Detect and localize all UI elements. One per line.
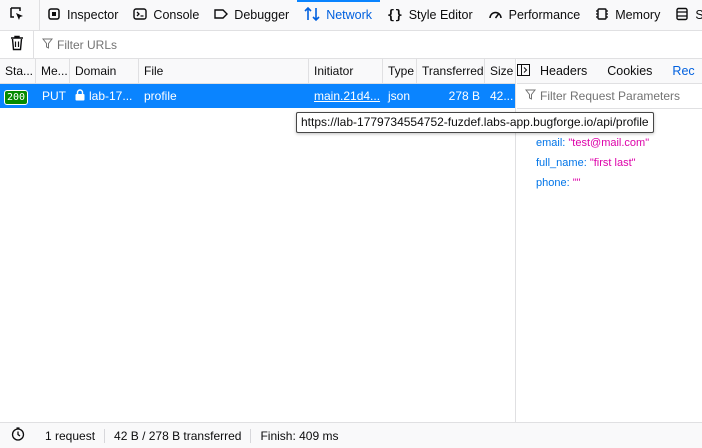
status-bar: 1 request 42 B / 278 B transferred Finis… bbox=[0, 422, 702, 448]
cell-status: 200 bbox=[0, 84, 36, 108]
param-row[interactable]: phone: "" bbox=[536, 173, 702, 193]
param-value: "" bbox=[572, 177, 581, 189]
finish-time: Finish: 409 ms bbox=[260, 428, 339, 443]
tab-label: Inspector bbox=[67, 8, 119, 22]
sidebar-toggle-button[interactable] bbox=[517, 59, 530, 84]
tab-label: Console bbox=[153, 8, 200, 22]
tab-label: Style Editor bbox=[408, 8, 473, 22]
tab-cookies[interactable]: Cookies bbox=[597, 59, 662, 84]
table-row[interactable]: 200 PUT lab-17... profile main.21d4... j… bbox=[0, 84, 515, 108]
tab-console[interactable]: Console bbox=[126, 0, 207, 30]
lock-icon bbox=[75, 85, 85, 108]
param-value: "test@mail.com" bbox=[568, 137, 650, 149]
column-domain[interactable]: Domain bbox=[70, 59, 139, 84]
network-filter-bar: Filter URLs bbox=[0, 30, 702, 59]
cell-method: PUT bbox=[42, 89, 66, 103]
element-picker-icon bbox=[9, 6, 31, 25]
status-badge: 200 bbox=[4, 90, 29, 105]
tab-label: Memory bbox=[615, 8, 661, 22]
trash-icon bbox=[10, 35, 24, 54]
param-value: "first last" bbox=[589, 157, 636, 169]
transferred-summary: 42 B / 278 B transferred bbox=[105, 428, 252, 443]
filter-icon bbox=[41, 38, 57, 52]
cell-transferred: 278 B bbox=[448, 89, 480, 103]
panel-tabs: Headers Cookies Rec bbox=[517, 59, 702, 84]
tab-style-editor[interactable]: {} Style Editor bbox=[380, 0, 481, 30]
performance-analysis-button[interactable] bbox=[0, 427, 36, 444]
clear-button[interactable] bbox=[0, 30, 34, 59]
filter-urls-input[interactable]: Filter URLs bbox=[34, 38, 117, 52]
tab-label: Debugger bbox=[234, 8, 290, 22]
initiator-link[interactable]: main.21d4... bbox=[314, 89, 380, 103]
column-status[interactable]: Sta... bbox=[0, 59, 36, 84]
tab-label: Performance bbox=[508, 8, 581, 22]
tab-label: Network bbox=[326, 8, 373, 22]
param-key: full_name: bbox=[536, 157, 587, 169]
filter-params-input[interactable]: Filter Request Parameters bbox=[517, 84, 702, 109]
filter-icon bbox=[524, 89, 540, 103]
column-file[interactable]: File bbox=[139, 59, 309, 84]
param-key: email: bbox=[536, 137, 566, 149]
column-size[interactable]: Size bbox=[485, 59, 515, 84]
tab-performance[interactable]: Performance bbox=[481, 0, 589, 30]
clock-icon bbox=[11, 427, 25, 444]
cell-type: json bbox=[388, 89, 411, 103]
column-transferred[interactable]: Transferred bbox=[417, 59, 485, 84]
column-type[interactable]: Type bbox=[383, 59, 417, 84]
tab-network[interactable]: Network bbox=[297, 0, 380, 30]
domain-text: lab-17... bbox=[89, 89, 133, 103]
table-header: Sta... Me... Domain File Initiator Type … bbox=[0, 59, 515, 84]
cell-domain: lab-17... bbox=[70, 84, 139, 108]
style-editor-icon: {} bbox=[387, 7, 403, 23]
cell-file: profile bbox=[144, 89, 177, 103]
console-icon bbox=[133, 7, 153, 24]
cell-size: 42... bbox=[490, 89, 514, 103]
param-key: phone: bbox=[536, 177, 570, 189]
tab-request[interactable]: Rec bbox=[662, 59, 702, 84]
tab-inspector[interactable]: Inspector bbox=[40, 0, 126, 30]
tab-debugger[interactable]: Debugger bbox=[207, 0, 297, 30]
network-icon bbox=[304, 6, 326, 25]
column-initiator[interactable]: Initiator bbox=[309, 59, 383, 84]
tab-storage[interactable]: St bbox=[668, 0, 702, 30]
tab-label: St bbox=[695, 8, 702, 22]
filter-urls-placeholder: Filter URLs bbox=[57, 37, 118, 52]
devtools-toolbar: Inspector Console Debugger Network {} St… bbox=[0, 0, 702, 31]
element-picker-button[interactable] bbox=[0, 0, 40, 30]
tab-memory[interactable]: Memory bbox=[588, 0, 668, 30]
param-row[interactable]: email: "test@mail.com" bbox=[536, 133, 702, 153]
memory-icon bbox=[595, 7, 615, 24]
inspector-icon bbox=[47, 7, 67, 24]
column-method[interactable]: Me... bbox=[36, 59, 70, 84]
storage-icon bbox=[675, 7, 695, 24]
tab-headers[interactable]: Headers bbox=[530, 59, 597, 84]
url-tooltip: https://lab-1779734554752-fuzdef.labs-ap… bbox=[296, 112, 654, 133]
sidebar-toggle-icon bbox=[517, 63, 530, 79]
filter-params-placeholder: Filter Request Parameters bbox=[540, 89, 681, 103]
request-count: 1 request bbox=[36, 428, 106, 443]
performance-icon bbox=[488, 7, 509, 24]
param-row[interactable]: full_name: "first last" bbox=[536, 153, 702, 173]
cell-initiator: main.21d4... bbox=[309, 84, 383, 108]
debugger-icon bbox=[214, 7, 234, 24]
